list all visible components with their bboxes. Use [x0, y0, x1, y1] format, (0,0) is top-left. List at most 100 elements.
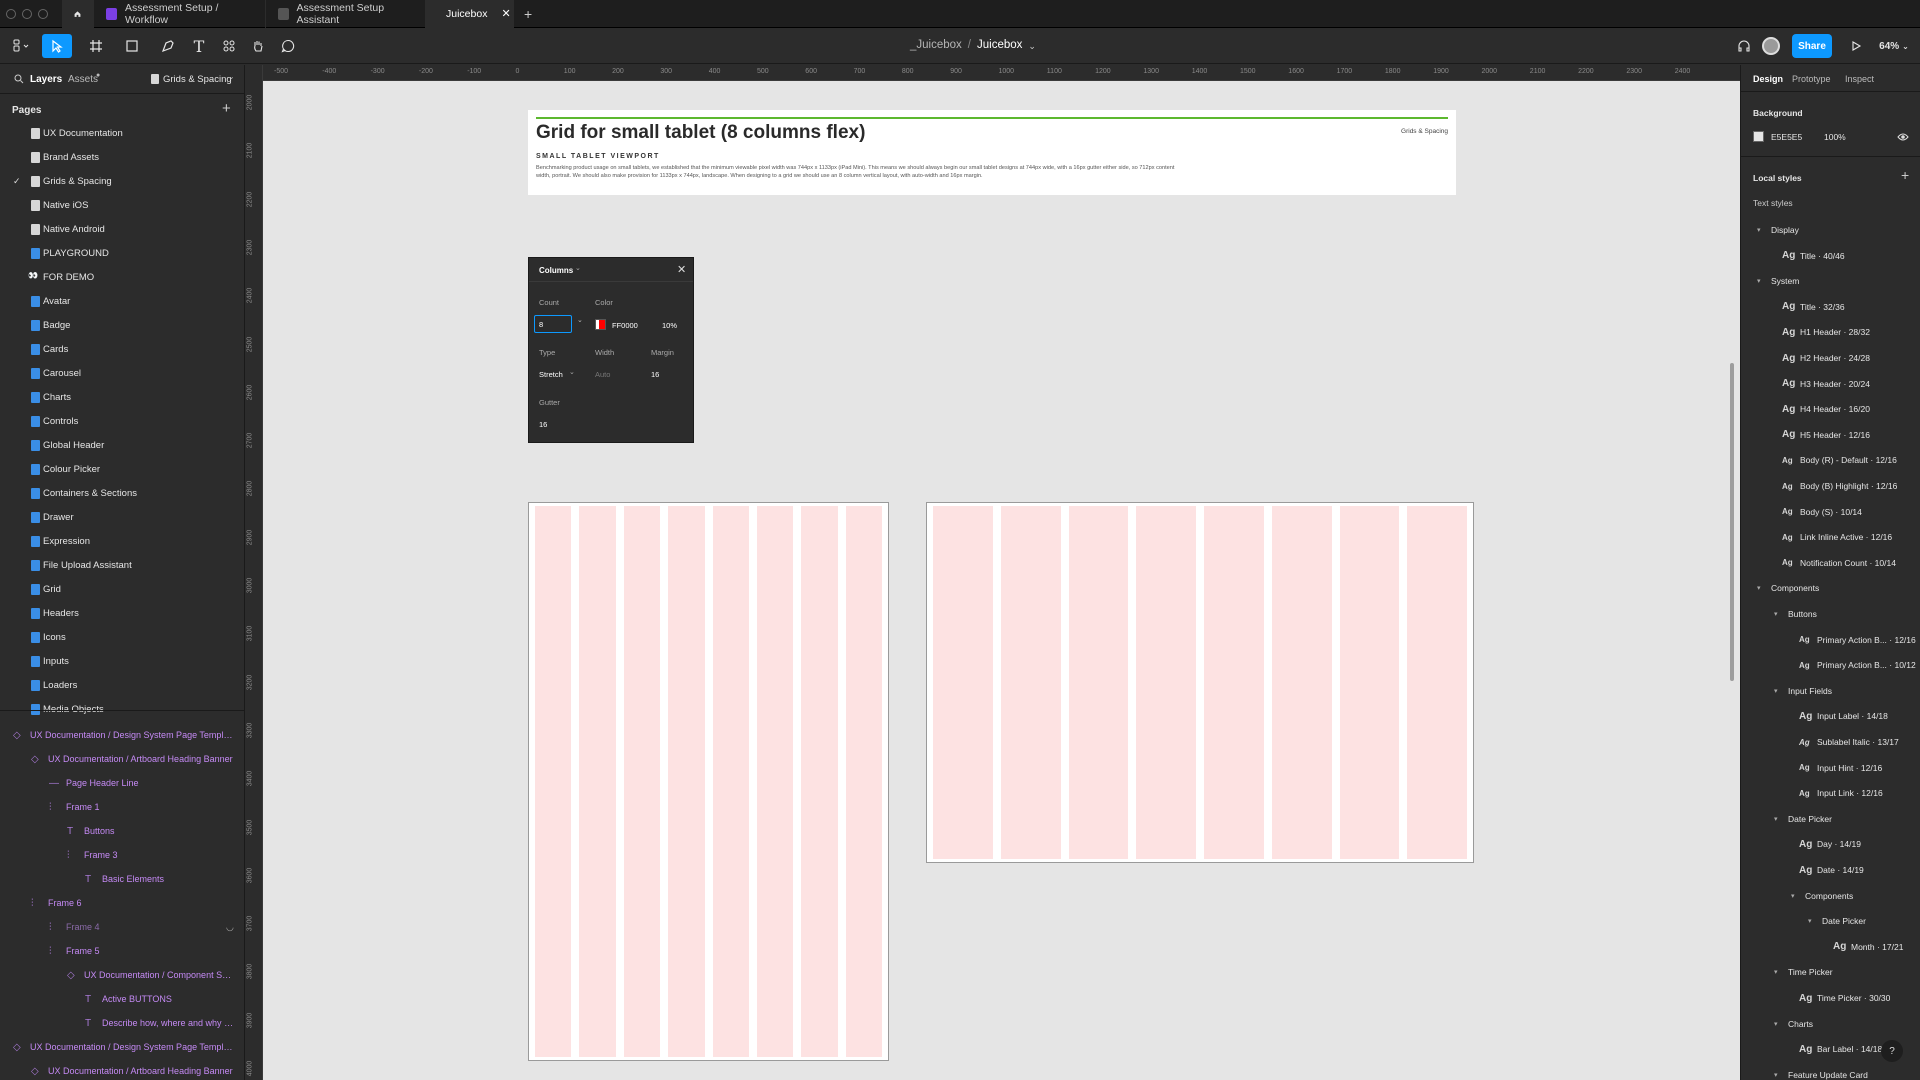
- vertical-scrollbar[interactable]: [1730, 363, 1734, 681]
- text-style-item[interactable]: Ag Input Label · 14/18: [1741, 705, 1920, 727]
- page-item[interactable]: UX Documentation: [0, 121, 244, 145]
- text-style-item[interactable]: Ag Month · 17/21: [1741, 936, 1920, 958]
- text-tool-button[interactable]: T: [188, 34, 210, 58]
- margin-input[interactable]: 16: [651, 370, 659, 379]
- style-group[interactable]: ▾ Feature Update Card: [1741, 1064, 1920, 1080]
- collapse-caret-icon[interactable]: ▾: [1774, 687, 1778, 695]
- home-tab[interactable]: [62, 0, 94, 28]
- color-hex-input[interactable]: FF0000: [612, 321, 638, 330]
- current-page-selector[interactable]: Grids & Spacing: [163, 74, 232, 85]
- window-maximize-icon[interactable]: [38, 8, 48, 19]
- page-item[interactable]: Global Header: [0, 433, 244, 457]
- page-item[interactable]: Native iOS: [0, 193, 244, 217]
- zoom-dropdown[interactable]: 64% ⌄: [1874, 34, 1914, 58]
- text-style-item[interactable]: Ag Sublabel Italic · 13/17: [1741, 731, 1920, 753]
- gutter-input[interactable]: 16: [539, 420, 547, 429]
- chevron-down-icon[interactable]: ⌄: [577, 316, 583, 324]
- page-item[interactable]: Inputs: [0, 649, 244, 673]
- hand-tool-button[interactable]: [247, 34, 269, 58]
- layer-item[interactable]: ⫶ Frame 4 ◡: [0, 915, 244, 939]
- page-item[interactable]: Native Android: [0, 217, 244, 241]
- project-name[interactable]: _Juicebox: [910, 39, 962, 52]
- width-input[interactable]: Auto: [595, 370, 610, 379]
- style-group[interactable]: ▾ Date Picker: [1741, 910, 1920, 932]
- text-style-item[interactable]: Ag H1 Header · 28/32: [1741, 321, 1920, 343]
- pen-tool-button[interactable]: [154, 34, 182, 58]
- text-style-item[interactable]: Ag H4 Header · 16/20: [1741, 398, 1920, 420]
- collapse-caret-icon[interactable]: ▾: [1757, 226, 1761, 234]
- text-style-item[interactable]: Ag Time Picker · 30/30: [1741, 987, 1920, 1009]
- page-item[interactable]: Charts: [0, 385, 244, 409]
- collapse-caret-icon[interactable]: ▾: [1774, 815, 1778, 823]
- color-swatch[interactable]: [595, 319, 606, 330]
- layer-item[interactable]: ⫶ Frame 5: [0, 939, 244, 963]
- text-style-item[interactable]: Ag Primary Action B... · 10/12: [1741, 654, 1920, 676]
- tab-assets[interactable]: Assets: [68, 74, 98, 85]
- style-group[interactable]: ▾ Charts: [1741, 1013, 1920, 1035]
- page-item[interactable]: Badge: [0, 313, 244, 337]
- resources-button[interactable]: [218, 34, 240, 58]
- eye-icon[interactable]: [1897, 132, 1909, 142]
- chevron-down-icon[interactable]: ⌄: [228, 72, 235, 81]
- page-item[interactable]: Cards: [0, 337, 244, 361]
- collapse-caret-icon[interactable]: ▾: [1808, 917, 1812, 925]
- style-group[interactable]: ▾ Display: [1741, 219, 1920, 241]
- text-style-item[interactable]: Ag Body (R) - Default · 12/16: [1741, 449, 1920, 471]
- page-item[interactable]: Media Objects: [0, 697, 244, 721]
- style-group[interactable]: ▾ Buttons: [1741, 603, 1920, 625]
- layer-item[interactable]: ◇ UX Documentation / Artboard Heading Ban…: [0, 1059, 244, 1080]
- collapse-caret-icon[interactable]: ▾: [1757, 584, 1761, 592]
- page-item[interactable]: Loaders: [0, 673, 244, 697]
- layer-item[interactable]: ⫶ Frame 6: [0, 891, 244, 915]
- portrait-grid-frame[interactable]: [528, 502, 889, 1061]
- search-icon[interactable]: [14, 74, 24, 84]
- add-style-icon[interactable]: +: [1901, 167, 1909, 183]
- text-style-item[interactable]: Ag H2 Header · 24/28: [1741, 347, 1920, 369]
- page-item[interactable]: Expression: [0, 529, 244, 553]
- tab-layers[interactable]: Layers: [30, 74, 62, 85]
- canvas[interactable]: Grid for small tablet (8 columns flex) G…: [246, 65, 1740, 1080]
- columns-dropdown[interactable]: Columns: [539, 266, 573, 275]
- background-opacity[interactable]: 100%: [1824, 132, 1846, 142]
- new-tab-icon[interactable]: +: [524, 6, 532, 22]
- text-style-item[interactable]: Ag Title · 32/36: [1741, 296, 1920, 318]
- text-style-item[interactable]: Ag Input Link · 12/16: [1741, 782, 1920, 804]
- comment-tool-button[interactable]: [277, 34, 299, 58]
- tab-assessment-setup-workflow[interactable]: Assessment Setup / Workflow: [94, 0, 266, 28]
- close-icon[interactable]: ✕: [677, 263, 686, 276]
- style-group[interactable]: ▾ Components: [1741, 885, 1920, 907]
- page-item[interactable]: Carousel: [0, 361, 244, 385]
- layer-item[interactable]: T Active BUTTONS: [0, 987, 244, 1011]
- collapse-caret-icon[interactable]: ▾: [1757, 277, 1761, 285]
- main-menu-button[interactable]: [8, 34, 34, 58]
- layer-item[interactable]: ◇ UX Documentation / Component Set ...: [0, 963, 244, 987]
- user-avatar[interactable]: [1760, 34, 1782, 58]
- page-item[interactable]: Grid: [0, 577, 244, 601]
- collapse-caret-icon[interactable]: ▾: [1774, 968, 1778, 976]
- hidden-layer-icon[interactable]: ◡: [226, 922, 234, 933]
- style-group[interactable]: ▾ Input Fields: [1741, 680, 1920, 702]
- layer-item[interactable]: ◇ UX Documentation / Design System Page T…: [0, 723, 244, 747]
- page-item[interactable]: PLAYGROUND: [0, 241, 244, 265]
- page-item[interactable]: ✓ Grids & Spacing: [0, 169, 244, 193]
- share-button[interactable]: Share: [1792, 34, 1832, 58]
- layout-grid-columns-panel[interactable]: Columns ⌄ ✕ Count Color 8 ⌄ FF0000 10% T…: [528, 257, 694, 443]
- window-close-icon[interactable]: [6, 8, 16, 19]
- tab-prototype[interactable]: Prototype: [1792, 74, 1831, 84]
- tab-juicebox[interactable]: Juicebox ✕: [426, 0, 514, 28]
- artboard-heading-banner[interactable]: Grid for small tablet (8 columns flex) G…: [528, 110, 1456, 195]
- background-hex[interactable]: E5E5E5: [1771, 132, 1802, 142]
- text-style-item[interactable]: Ag Notification Count · 10/14: [1741, 552, 1920, 574]
- collapse-caret-icon[interactable]: ▾: [1774, 1071, 1778, 1079]
- page-item[interactable]: Drawer: [0, 505, 244, 529]
- frame-tool-button[interactable]: [82, 34, 110, 58]
- layer-item[interactable]: T Describe how, where and why w...: [0, 1011, 244, 1035]
- style-group[interactable]: ▾ System: [1741, 270, 1920, 292]
- page-item[interactable]: Controls: [0, 409, 244, 433]
- chevron-down-icon[interactable]: ⌄: [1028, 41, 1036, 52]
- text-style-item[interactable]: Ag Body (S) · 10/14: [1741, 501, 1920, 523]
- text-style-item[interactable]: Ag Input Hint · 12/16: [1741, 757, 1920, 779]
- layer-item[interactable]: T Buttons: [0, 819, 244, 843]
- count-input[interactable]: 8: [534, 315, 572, 333]
- text-style-item[interactable]: Ag Primary Action B... · 12/16: [1741, 629, 1920, 651]
